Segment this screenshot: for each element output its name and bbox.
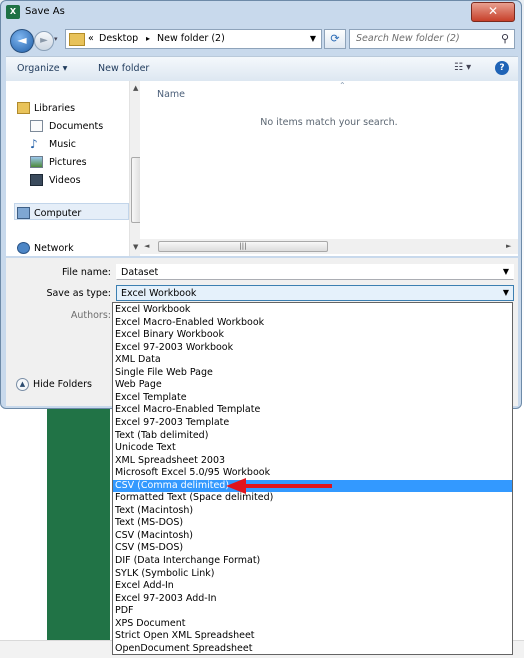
dropdown-option[interactable]: Excel Macro-Enabled Template	[113, 404, 512, 417]
views-icon[interactable]: ☷ ▾	[454, 62, 471, 73]
file-list[interactable]: ⌃ Name No items match your search. ◄ |||…	[140, 81, 518, 256]
dialog-title: Save As	[25, 6, 65, 17]
dropdown-option[interactable]: Formatted Text (Space delimited)	[113, 492, 512, 505]
file-name-dropdown-icon[interactable]: ▼	[503, 267, 509, 276]
dropdown-option[interactable]: Excel Workbook	[113, 304, 512, 317]
command-bar: Organize ▾ New folder ☷ ▾ ?	[6, 56, 518, 82]
help-icon[interactable]: ?	[495, 61, 509, 75]
excel-icon: X	[6, 5, 20, 19]
recent-locations-icon[interactable]: ▾	[54, 35, 58, 43]
scrollbar-thumb[interactable]: |||	[158, 241, 328, 252]
dropdown-option[interactable]: Web Page	[113, 379, 512, 392]
dropdown-option[interactable]: Excel 97-2003 Template	[113, 417, 512, 430]
network-icon	[17, 242, 30, 254]
breadcrumb-separator-icon[interactable]: ▸	[146, 34, 150, 43]
hide-folders-label: Hide Folders	[33, 379, 92, 390]
empty-message: No items match your search.	[260, 117, 398, 128]
save-type-value: Excel Workbook	[121, 288, 197, 299]
sidebar-item-label: Network	[34, 243, 74, 254]
libraries-icon	[17, 102, 30, 114]
pictures-icon	[30, 156, 43, 168]
file-name-value: Dataset	[121, 267, 159, 278]
scroll-left-icon[interactable]: ◄	[144, 242, 149, 250]
navigation-pane: Libraries Documents ♪ Music Pictures Vid…	[6, 81, 144, 256]
title-bar[interactable]: X Save As ✕	[1, 1, 521, 24]
authors-label: Authors:	[70, 310, 111, 321]
dropdown-option[interactable]: Excel Macro-Enabled Workbook	[113, 317, 512, 330]
documents-icon	[30, 120, 43, 132]
forward-button[interactable]: ►	[34, 31, 54, 51]
red-arrow-annotation	[226, 478, 332, 494]
file-name-label: File name:	[61, 267, 111, 278]
file-name-input[interactable]: Dataset ▼	[116, 264, 514, 280]
new-folder-button[interactable]: New folder	[98, 63, 149, 74]
horizontal-scrollbar[interactable]: ◄ ||| ►	[140, 239, 518, 254]
navigation-bar: ◄ ► ▾ « Desktop ▸ New folder (2) ▼ ⟳ Sea…	[1, 26, 521, 54]
dropdown-option[interactable]: OpenDocument Spreadsheet	[113, 643, 512, 656]
dropdown-option[interactable]: Text (MS-DOS)	[113, 517, 512, 530]
save-type-label: Save as type:	[46, 288, 111, 299]
dropdown-option[interactable]: Single File Web Page	[113, 367, 512, 380]
sidebar-item-label: Music	[49, 139, 77, 150]
sidebar-item-label: Pictures	[49, 157, 87, 168]
dropdown-option[interactable]: CSV (MS-DOS)	[113, 542, 512, 555]
dropdown-option[interactable]: Text (Tab delimited)	[113, 430, 512, 443]
scroll-right-icon[interactable]: ►	[506, 242, 511, 250]
search-icon[interactable]: ⚲	[501, 32, 509, 45]
excel-backstage-panel	[47, 405, 110, 648]
dropdown-option[interactable]: Excel 97-2003 Workbook	[113, 342, 512, 355]
close-button[interactable]: ✕	[471, 2, 515, 22]
dropdown-option[interactable]: Excel Template	[113, 392, 512, 405]
dropdown-option[interactable]: Text (Macintosh)	[113, 505, 512, 518]
address-dropdown-icon[interactable]: ▼	[310, 34, 316, 43]
column-header-name[interactable]: Name	[157, 89, 185, 100]
dropdown-option[interactable]: XML Data	[113, 354, 512, 367]
sidebar-item-label: Videos	[49, 175, 81, 186]
dropdown-option[interactable]: Excel Add-In	[113, 580, 512, 593]
breadcrumb-overflow[interactable]: «	[88, 33, 94, 44]
computer-icon	[17, 207, 30, 219]
save-type-dropdown-icon[interactable]: ▼	[503, 288, 509, 297]
scroll-up-icon[interactable]: ▲	[133, 84, 138, 92]
dropdown-option[interactable]: PDF	[113, 605, 512, 618]
dropdown-option[interactable]: Unicode Text	[113, 442, 512, 455]
dropdown-option[interactable]: XPS Document	[113, 618, 512, 631]
music-icon: ♪	[30, 137, 38, 151]
search-field[interactable]: Search New folder (2) ⚲	[349, 29, 515, 49]
dropdown-option[interactable]: Strict Open XML Spreadsheet	[113, 630, 512, 643]
refresh-button[interactable]: ⟳	[324, 29, 346, 49]
save-type-select[interactable]: Excel Workbook ▼	[116, 285, 514, 301]
hide-folders-button[interactable]: ▲ Hide Folders	[16, 378, 92, 391]
dropdown-option[interactable]: DIF (Data Interchange Format)	[113, 555, 512, 568]
dropdown-option[interactable]: XML Spreadsheet 2003	[113, 455, 512, 468]
back-button[interactable]: ◄	[10, 29, 34, 53]
sidebar-item-label: Libraries	[34, 103, 76, 114]
videos-icon	[30, 174, 43, 186]
collapse-up-icon: ▲	[16, 378, 29, 391]
breadcrumb-new-folder[interactable]: New folder (2)	[157, 33, 225, 44]
dropdown-option[interactable]: Excel Binary Workbook	[113, 329, 512, 342]
folder-icon	[69, 33, 85, 46]
breadcrumb-desktop[interactable]: Desktop	[99, 33, 138, 44]
sidebar-item-label: Documents	[49, 121, 104, 132]
arrow-head	[226, 478, 246, 494]
sort-indicator-icon: ⌃	[339, 81, 346, 90]
organize-button[interactable]: Organize ▾	[17, 63, 67, 74]
search-placeholder: Search New folder (2)	[356, 33, 460, 44]
dropdown-option[interactable]: SYLK (Symbolic Link)	[113, 568, 512, 581]
dropdown-option[interactable]: CSV (Macintosh)	[113, 530, 512, 543]
scroll-down-icon[interactable]: ▼	[133, 243, 138, 251]
sidebar-item-label: Computer	[34, 208, 82, 219]
dropdown-option[interactable]: Excel 97-2003 Add-In	[113, 593, 512, 606]
address-bar[interactable]: « Desktop ▸ New folder (2) ▼	[65, 29, 322, 49]
